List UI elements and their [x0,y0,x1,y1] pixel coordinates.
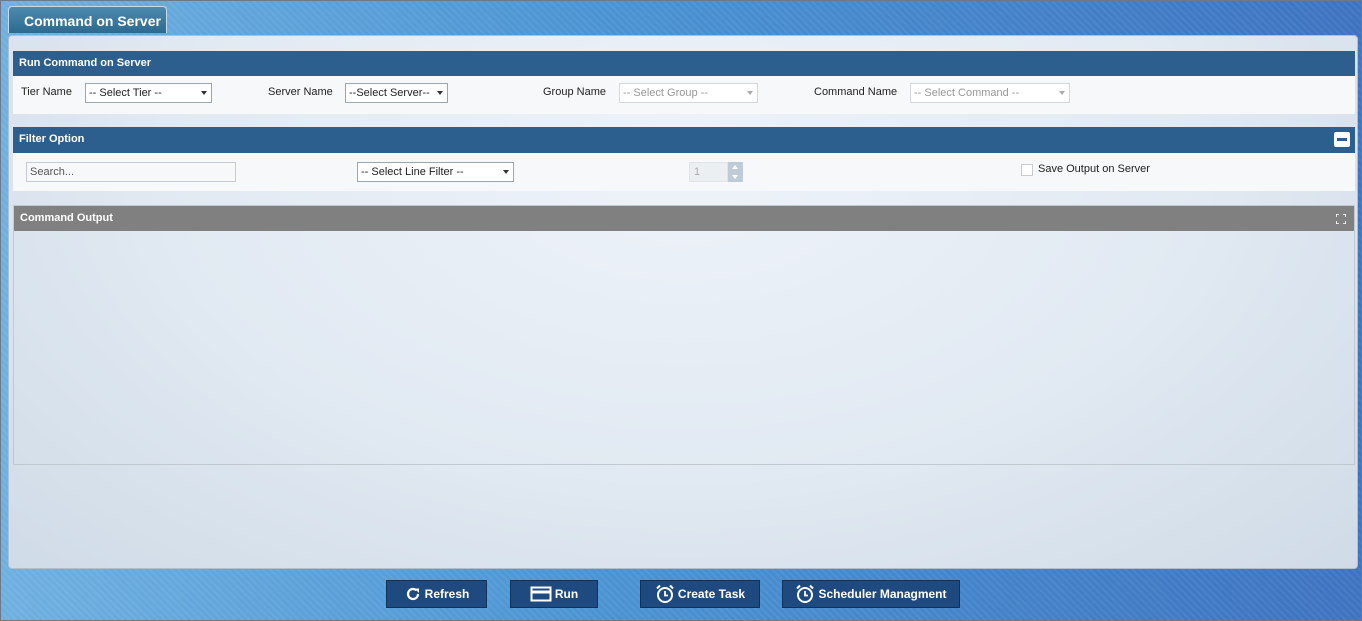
group-select-value: -- Select Group -- [623,87,708,99]
create-task-label: Create Task [677,587,746,601]
filter-section: Filter Option Search... -- Select Line F… [13,127,1355,191]
server-select[interactable]: --Select Server-- [345,83,448,103]
create-task-button[interactable]: Create Task [640,580,760,608]
line-count-input[interactable]: 1 [689,162,728,182]
run-icon [530,586,552,602]
group-select[interactable]: -- Select Group -- [619,83,758,103]
expand-icon[interactable] [1336,214,1346,224]
run-button[interactable]: Run [510,580,598,608]
line-filter-value: -- Select Line Filter -- [361,166,464,178]
stepper-up-icon[interactable] [732,165,738,169]
refresh-button[interactable]: Refresh [386,580,487,608]
tab-command-on-server[interactable]: Command on Server [8,6,167,33]
run-command-header: Run Command on Server [13,51,1355,76]
server-select-value: --Select Server-- [349,87,430,99]
alarm-clock-icon [656,584,674,603]
tier-select-value: -- Select Tier -- [89,87,162,99]
save-output-checkbox[interactable] [1021,164,1033,176]
run-command-section: Run Command on Server Tier Name -- Selec… [13,51,1355,114]
search-input[interactable]: Search... [26,162,236,182]
main-panel: Run Command on Server Tier Name -- Selec… [8,35,1358,569]
filter-header: Filter Option [13,127,1355,153]
refresh-icon [406,587,419,601]
command-select[interactable]: -- Select Command -- [910,83,1070,103]
chevron-down-icon [503,170,509,174]
scheduler-label: Scheduler Managment [818,587,947,601]
search-placeholder: Search... [30,166,75,178]
chevron-down-icon [437,91,443,95]
run-command-body: Tier Name -- Select Tier -- Server Name … [13,76,1355,114]
save-output-label: Save Output on Server [1038,163,1150,175]
command-output-title: Command Output [20,212,113,224]
chevron-down-icon [1059,91,1065,95]
command-output-header: Command Output [14,206,1354,231]
tab-title: Command on Server [24,13,161,29]
server-name-label: Server Name [268,86,333,98]
command-output-panel: Command Output [13,205,1355,465]
chevron-down-icon [201,91,207,95]
collapse-icon[interactable] [1334,132,1350,147]
filter-title: Filter Option [19,133,85,145]
tier-select[interactable]: -- Select Tier -- [85,83,212,103]
filter-body: Search... -- Select Line Filter -- 1 Sav… [13,153,1355,191]
chevron-down-icon [747,91,753,95]
run-command-title: Run Command on Server [19,57,152,69]
line-count-value: 1 [694,166,701,178]
tier-name-label: Tier Name [21,86,72,98]
command-select-value: -- Select Command -- [914,87,1020,99]
group-name-label: Group Name [543,86,606,98]
command-name-label: Command Name [814,86,898,98]
stepper-down-icon[interactable] [732,175,738,179]
scheduler-management-button[interactable]: Scheduler Managment [782,580,960,608]
line-filter-select[interactable]: -- Select Line Filter -- [357,162,514,182]
command-output-content [14,231,1354,464]
alarm-clock-icon [796,584,815,603]
line-count-stepper[interactable] [728,162,743,182]
refresh-label: Refresh [424,587,470,601]
app-frame: Command on Server Run Command on Server … [0,0,1362,621]
run-label: Run [554,587,579,601]
